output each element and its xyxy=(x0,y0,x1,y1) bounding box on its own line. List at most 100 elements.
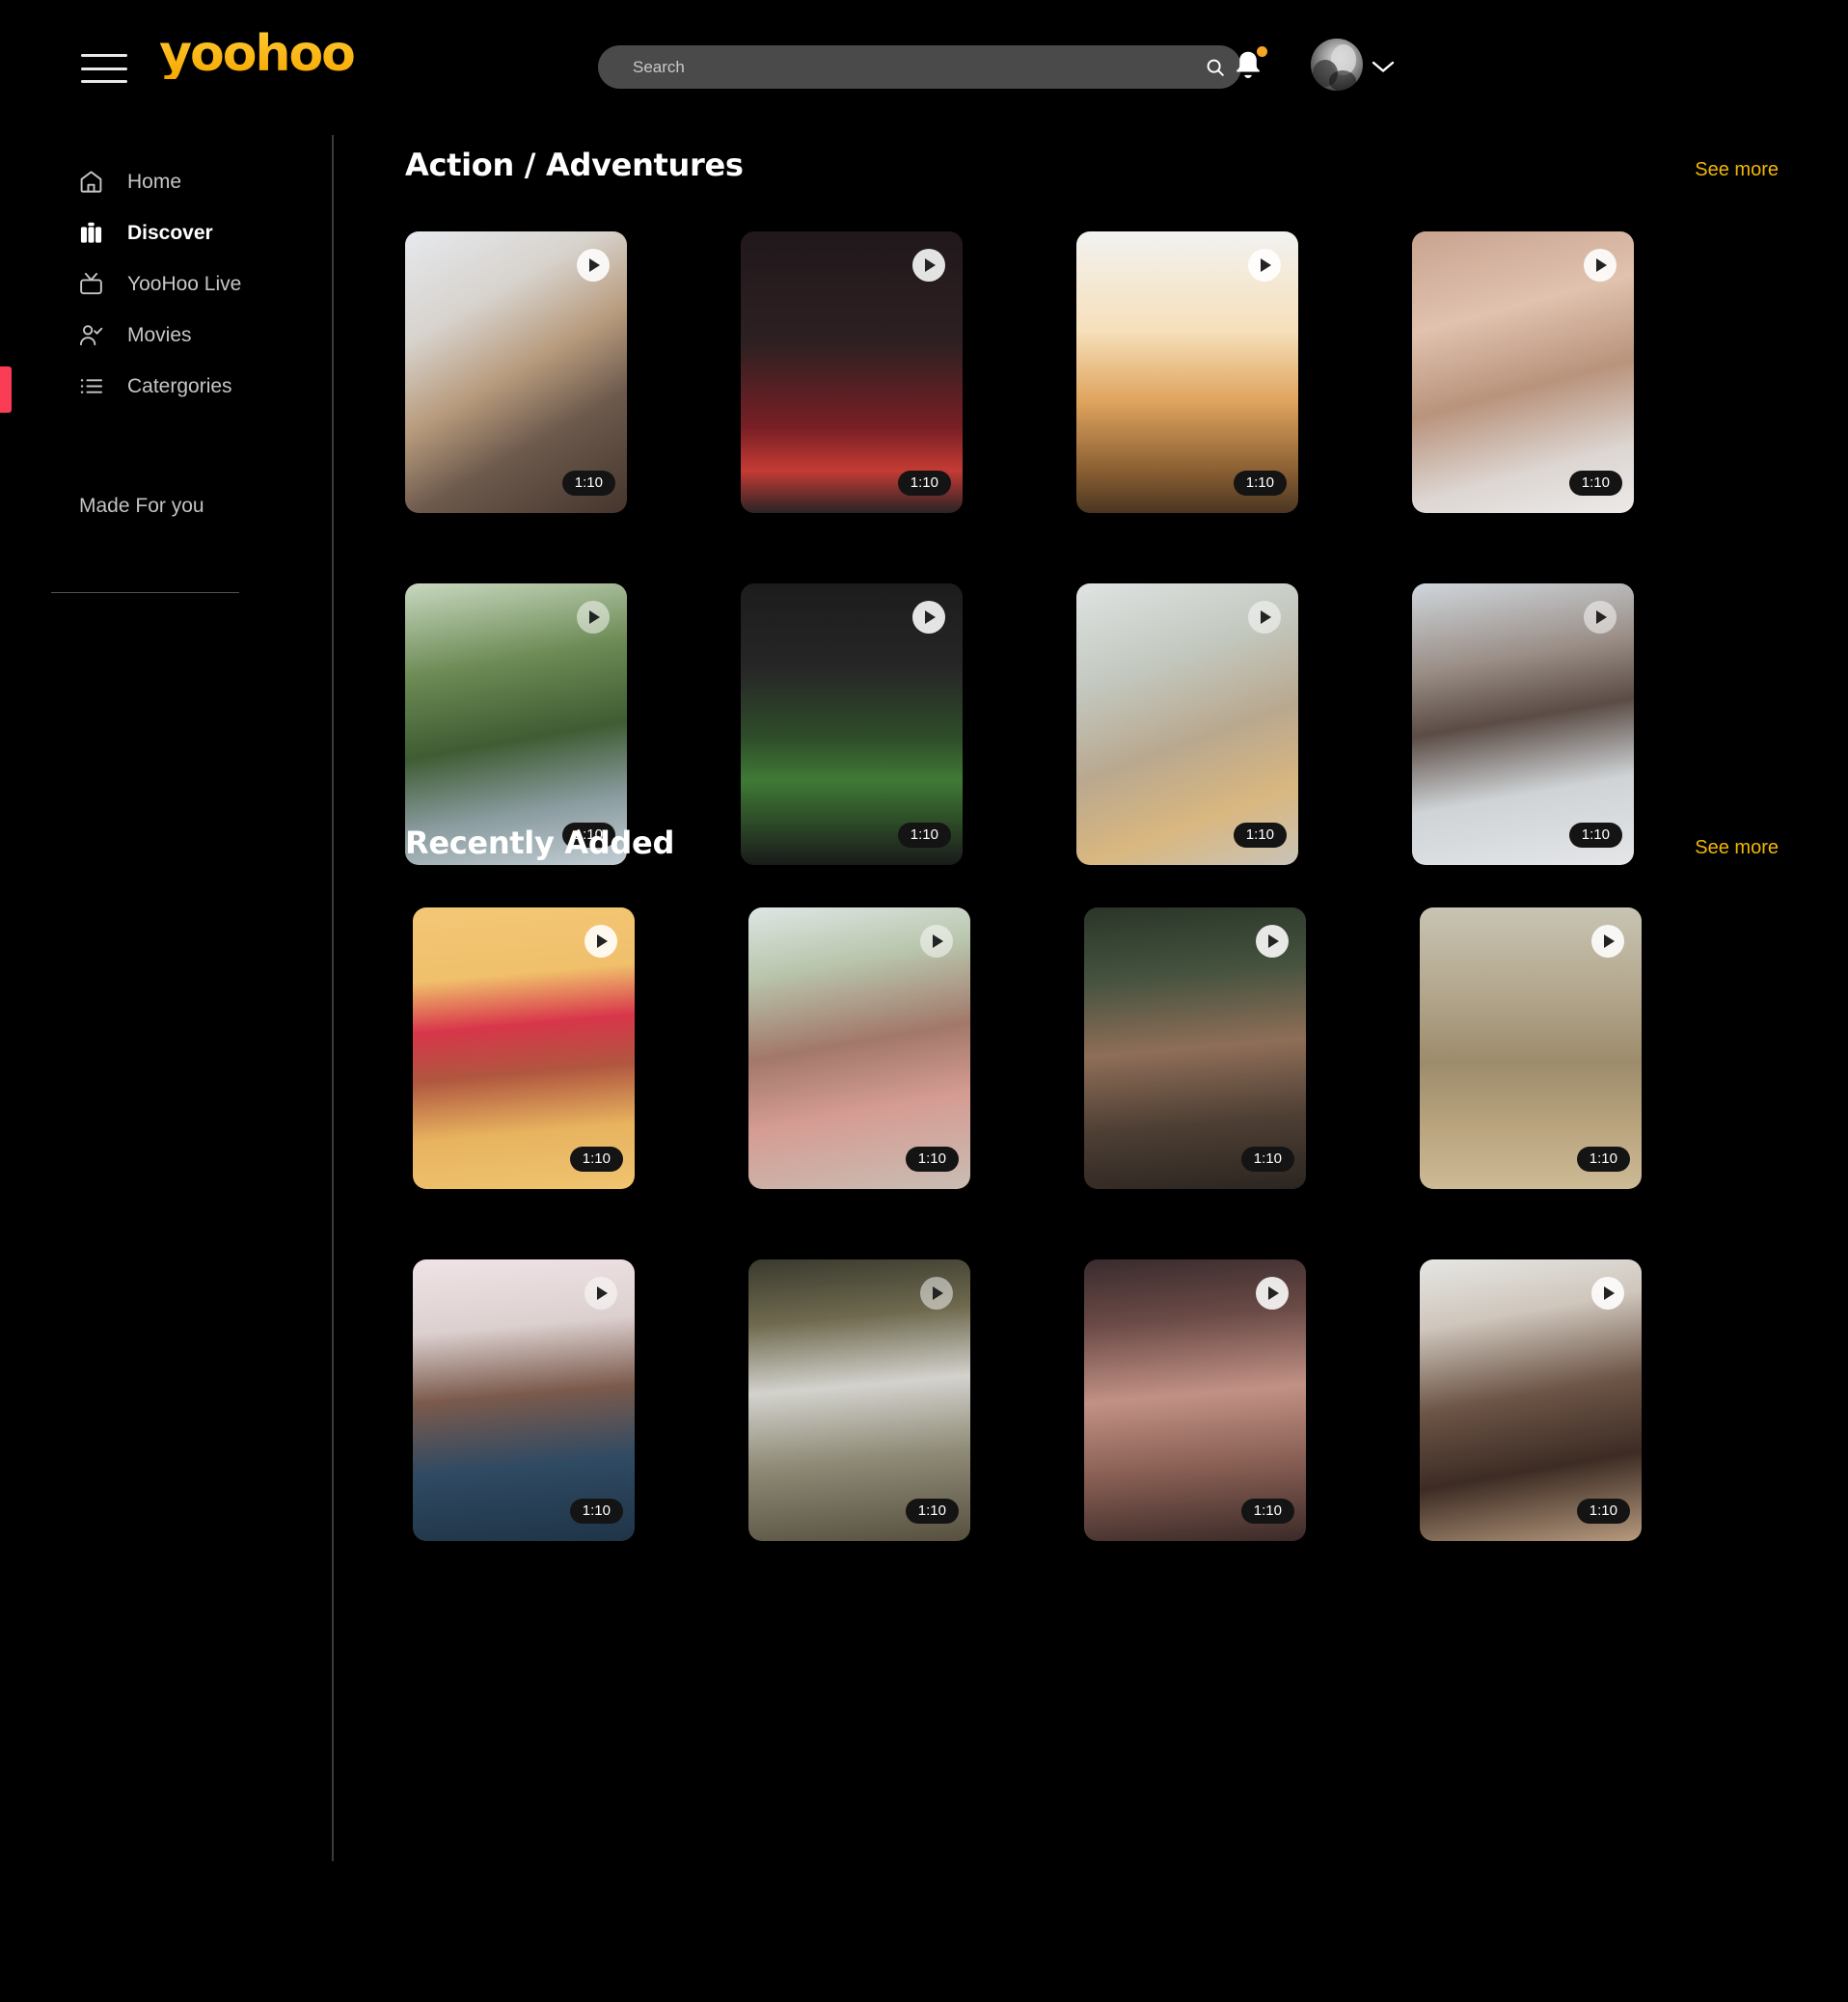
play-icon[interactable] xyxy=(912,249,945,282)
search-input[interactable] xyxy=(598,45,1189,89)
sidebar-nav: Home Discover xyxy=(77,156,318,412)
home-icon xyxy=(77,169,104,196)
play-icon[interactable] xyxy=(912,601,945,634)
see-more-link[interactable]: See more xyxy=(1695,837,1779,859)
duration-badge: 1:10 xyxy=(906,1499,959,1525)
video-card[interactable]: 1:10 xyxy=(1412,231,1634,513)
sidebar-item-label: Catergories xyxy=(127,375,232,398)
play-triangle xyxy=(933,1286,943,1300)
duration-badge: 1:10 xyxy=(562,471,615,497)
play-icon[interactable] xyxy=(920,925,953,958)
play-icon[interactable] xyxy=(1248,601,1281,634)
video-card[interactable]: 1:10 xyxy=(413,1259,635,1541)
active-nav-indicator xyxy=(0,366,12,413)
sidebar-item-movies[interactable]: Movies xyxy=(77,310,318,361)
video-card[interactable]: 1:10 xyxy=(1084,907,1306,1189)
sidebar-item-label: Discover xyxy=(127,222,213,245)
video-card[interactable]: 1:10 xyxy=(1420,907,1642,1189)
play-icon[interactable] xyxy=(1591,925,1624,958)
main-content: Action / Adventures See more 1:101:101:1… xyxy=(334,135,1848,2002)
hamburger-menu-icon[interactable] xyxy=(81,54,127,83)
duration-badge: 1:10 xyxy=(1577,1147,1630,1173)
play-icon[interactable] xyxy=(584,925,617,958)
duration-badge: 1:10 xyxy=(1234,471,1287,497)
top-header: yoohoo xyxy=(0,0,1848,135)
duration-badge: 1:10 xyxy=(570,1499,623,1525)
hamburger-line xyxy=(81,68,127,70)
sidebar: Home Discover xyxy=(0,135,334,1861)
video-card[interactable]: 1:10 xyxy=(405,231,627,513)
avatar[interactable] xyxy=(1311,39,1363,91)
sidebar-item-catergories[interactable]: Catergories xyxy=(77,361,318,412)
duration-badge: 1:10 xyxy=(1241,1147,1294,1173)
play-icon[interactable] xyxy=(1256,1277,1289,1310)
play-triangle xyxy=(589,610,600,624)
tv-icon xyxy=(77,271,104,298)
play-triangle xyxy=(1268,934,1279,948)
play-triangle xyxy=(589,258,600,272)
logo-text: yoohoo xyxy=(159,29,354,79)
play-triangle xyxy=(597,934,608,948)
video-card[interactable]: 1:10 xyxy=(748,1259,970,1541)
play-icon[interactable] xyxy=(1584,601,1617,634)
play-icon[interactable] xyxy=(1248,249,1281,282)
sidebar-item-home[interactable]: Home xyxy=(77,156,318,207)
play-triangle xyxy=(1268,1286,1279,1300)
video-card[interactable]: 1:10 xyxy=(748,907,970,1189)
video-card[interactable]: 1:10 xyxy=(1412,583,1634,865)
video-grid: 1:10 1:10 1:10 1:10 1:10 1:10 1:10 1:10 xyxy=(334,231,1634,865)
hamburger-line xyxy=(81,54,127,57)
section-header: Action / Adventures See more xyxy=(334,147,1848,183)
video-card[interactable]: 1:10 xyxy=(741,583,963,865)
play-icon[interactable] xyxy=(920,1277,953,1310)
play-icon[interactable] xyxy=(577,249,610,282)
video-card[interactable]: 1:10 xyxy=(1084,1259,1306,1541)
bell-icon[interactable] xyxy=(1232,48,1264,85)
duration-badge: 1:10 xyxy=(898,471,951,497)
play-triangle xyxy=(933,934,943,948)
play-icon[interactable] xyxy=(1256,925,1289,958)
play-icon[interactable] xyxy=(1591,1277,1624,1310)
app-root: yoohoo xyxy=(0,0,1848,2002)
video-card[interactable]: 1:10 xyxy=(413,907,635,1189)
video-card[interactable]: 1:10 xyxy=(741,231,963,513)
play-triangle xyxy=(925,610,936,624)
video-card[interactable]: 1:10 xyxy=(1420,1259,1642,1541)
duration-badge: 1:10 xyxy=(570,1147,623,1173)
video-grid: 1:10 1:10 1:10 1:10 1:10 1:10 1:10 1:10 xyxy=(341,907,1642,1541)
page-title: Action / Adventures xyxy=(405,147,744,183)
section-title: Recently Added xyxy=(405,825,674,861)
play-triangle xyxy=(1261,610,1271,624)
duration-badge: 1:10 xyxy=(906,1147,959,1173)
play-triangle xyxy=(1596,258,1607,272)
sidebar-item-label: YooHoo Live xyxy=(127,273,241,296)
user-check-icon xyxy=(77,322,104,349)
duration-badge: 1:10 xyxy=(1577,1499,1630,1525)
play-triangle xyxy=(1261,258,1271,272)
video-card[interactable]: 1:10 xyxy=(1076,231,1298,513)
play-icon[interactable] xyxy=(577,601,610,634)
play-icon[interactable] xyxy=(584,1277,617,1310)
play-triangle xyxy=(597,1286,608,1300)
video-card[interactable]: 1:10 xyxy=(405,583,627,865)
play-triangle xyxy=(1596,610,1607,624)
play-icon[interactable] xyxy=(1584,249,1617,282)
play-triangle xyxy=(1604,934,1615,948)
app-logo[interactable]: yoohoo xyxy=(170,25,343,83)
video-card[interactable]: 1:10 xyxy=(1076,583,1298,865)
sidebar-divider xyxy=(51,592,239,593)
chevron-down-icon[interactable] xyxy=(1372,60,1395,73)
search-bar[interactable] xyxy=(598,45,1241,89)
sidebar-item-yoohoo-live[interactable]: YooHoo Live xyxy=(77,258,318,310)
sidebar-item-made-for-you[interactable]: Made For you xyxy=(79,495,204,518)
sidebar-item-discover[interactable]: Discover xyxy=(77,207,318,258)
briefcase-icon xyxy=(77,220,104,247)
section-header: Recently Added See more xyxy=(334,825,1848,861)
notification-dot xyxy=(1257,46,1267,57)
duration-badge: 1:10 xyxy=(1241,1499,1294,1525)
play-triangle xyxy=(1604,1286,1615,1300)
sidebar-item-label: Movies xyxy=(127,324,192,347)
see-more-link[interactable]: See more xyxy=(1695,159,1779,181)
sidebar-item-label: Home xyxy=(127,171,181,194)
list-icon xyxy=(77,373,104,400)
